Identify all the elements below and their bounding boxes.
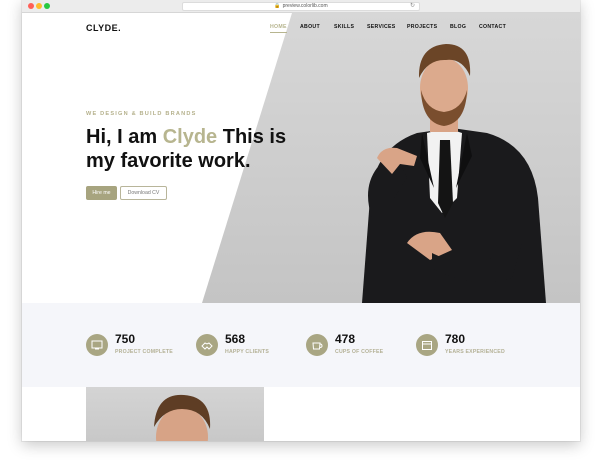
lock-icon: 🔒 — [274, 3, 281, 9]
monitor-icon — [86, 334, 108, 356]
hero-headline: Hi, I am Clyde This is my favorite work. — [86, 125, 316, 173]
stat-value: 780 — [445, 332, 466, 346]
browser-window: 🔒 preview.colorlib.com ↻ CLYDE. HOME ABO… — [22, 0, 580, 441]
stat-label: YEARS EXPERIENCED — [445, 349, 505, 355]
stat-label: HAPPY CLIENTS — [225, 349, 270, 355]
nav-item-home[interactable]: HOME — [270, 24, 287, 33]
stat-value: 568 — [225, 332, 246, 346]
stat-label: PROJECT COMPLETE — [115, 349, 173, 355]
headline-name: Clyde — [162, 126, 218, 148]
site-logo[interactable]: CLYDE. — [86, 23, 121, 33]
hero-man-photo — [362, 44, 546, 303]
browser-titlebar: 🔒 preview.colorlib.com ↻ — [22, 0, 580, 13]
maximize-window-button[interactable] — [44, 3, 50, 9]
handshake-icon — [196, 334, 218, 356]
address-text: preview.colorlib.com — [282, 3, 328, 9]
stat-value: 478 — [335, 332, 356, 346]
close-window-button[interactable] — [28, 3, 34, 9]
nav-item-contact[interactable]: CONTACT — [479, 24, 506, 30]
hero-tagline: WE DESIGN & BUILD BRANDS — [86, 111, 197, 117]
download-cv-button[interactable]: Download CV — [120, 186, 167, 200]
coffee-icon — [306, 334, 328, 356]
about-photo — [86, 387, 264, 441]
stat-value: 750 — [115, 332, 136, 346]
minimize-window-button[interactable] — [36, 3, 42, 9]
address-bar[interactable]: 🔒 preview.colorlib.com ↻ — [182, 2, 420, 11]
headline-intro: Hi, I am — [86, 126, 163, 148]
nav-item-blog[interactable]: BLOG — [450, 24, 466, 30]
calendar-icon — [416, 334, 438, 356]
nav-item-skills[interactable]: SKILLS — [334, 24, 354, 30]
hero-section: CLYDE. HOME ABOUT SKILLS SERVICES PROJEC… — [22, 13, 580, 303]
nav-item-projects[interactable]: PROJECTS — [407, 24, 437, 30]
stat-label: CUPS OF COFFEE — [335, 349, 384, 355]
nav-item-about[interactable]: ABOUT — [300, 24, 320, 30]
stats-section: 750 PROJECT COMPLETE 568 HAPPY CLIENTS 4… — [22, 303, 580, 387]
nav-item-services[interactable]: SERVICES — [367, 24, 396, 30]
reload-icon[interactable]: ↻ — [410, 3, 415, 10]
about-man-illustration — [154, 394, 211, 441]
about-section — [22, 387, 580, 441]
hire-me-button[interactable]: Hire me — [86, 186, 117, 200]
